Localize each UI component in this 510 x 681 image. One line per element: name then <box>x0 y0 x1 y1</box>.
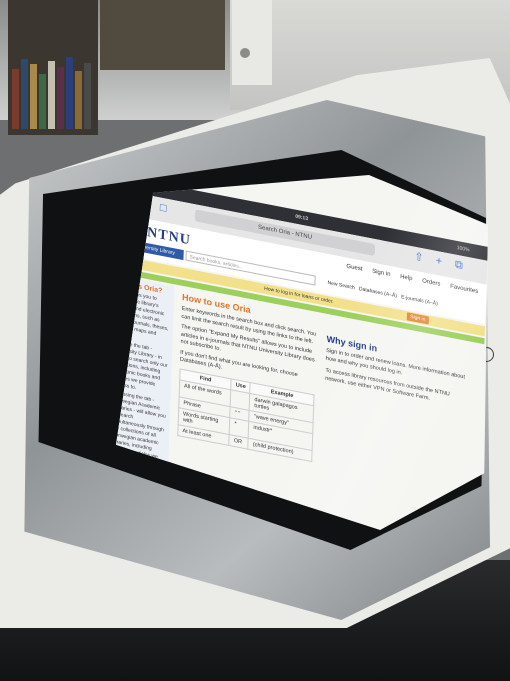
book <box>75 71 82 129</box>
ejournals-link[interactable]: E-journals (A–Å) <box>401 294 438 307</box>
new-tab-icon[interactable]: + <box>433 254 445 268</box>
stand-bolt <box>240 48 250 58</box>
book <box>30 64 37 129</box>
nav-guest[interactable]: Guest <box>346 264 362 273</box>
bookshelf <box>8 0 98 135</box>
nav-sign-in[interactable]: Sign in <box>372 269 391 279</box>
bookshelf-far <box>100 0 225 70</box>
new-search-link[interactable]: New Search <box>327 280 354 291</box>
nav-help[interactable]: Help <box>400 274 413 282</box>
book <box>57 67 64 129</box>
sign-in-button[interactable]: Sign in <box>406 312 429 325</box>
table-cell: OR <box>229 434 249 449</box>
share-icon[interactable]: ⇧ <box>413 250 425 265</box>
book <box>48 61 55 129</box>
book <box>84 63 91 129</box>
book <box>21 59 28 129</box>
bookmarks-icon[interactable]: □ <box>157 201 169 215</box>
databases-link[interactable]: Databases (A–Å) <box>359 286 397 299</box>
nav-favourites[interactable]: Favourites <box>450 284 478 295</box>
book <box>66 57 73 129</box>
book <box>39 74 46 129</box>
nav-orders[interactable]: Orders <box>422 278 441 288</box>
book <box>12 69 19 129</box>
status-time: 09:13 <box>295 213 309 223</box>
stand-pole <box>232 0 272 85</box>
tabs-icon[interactable]: ⧉ <box>453 258 465 272</box>
